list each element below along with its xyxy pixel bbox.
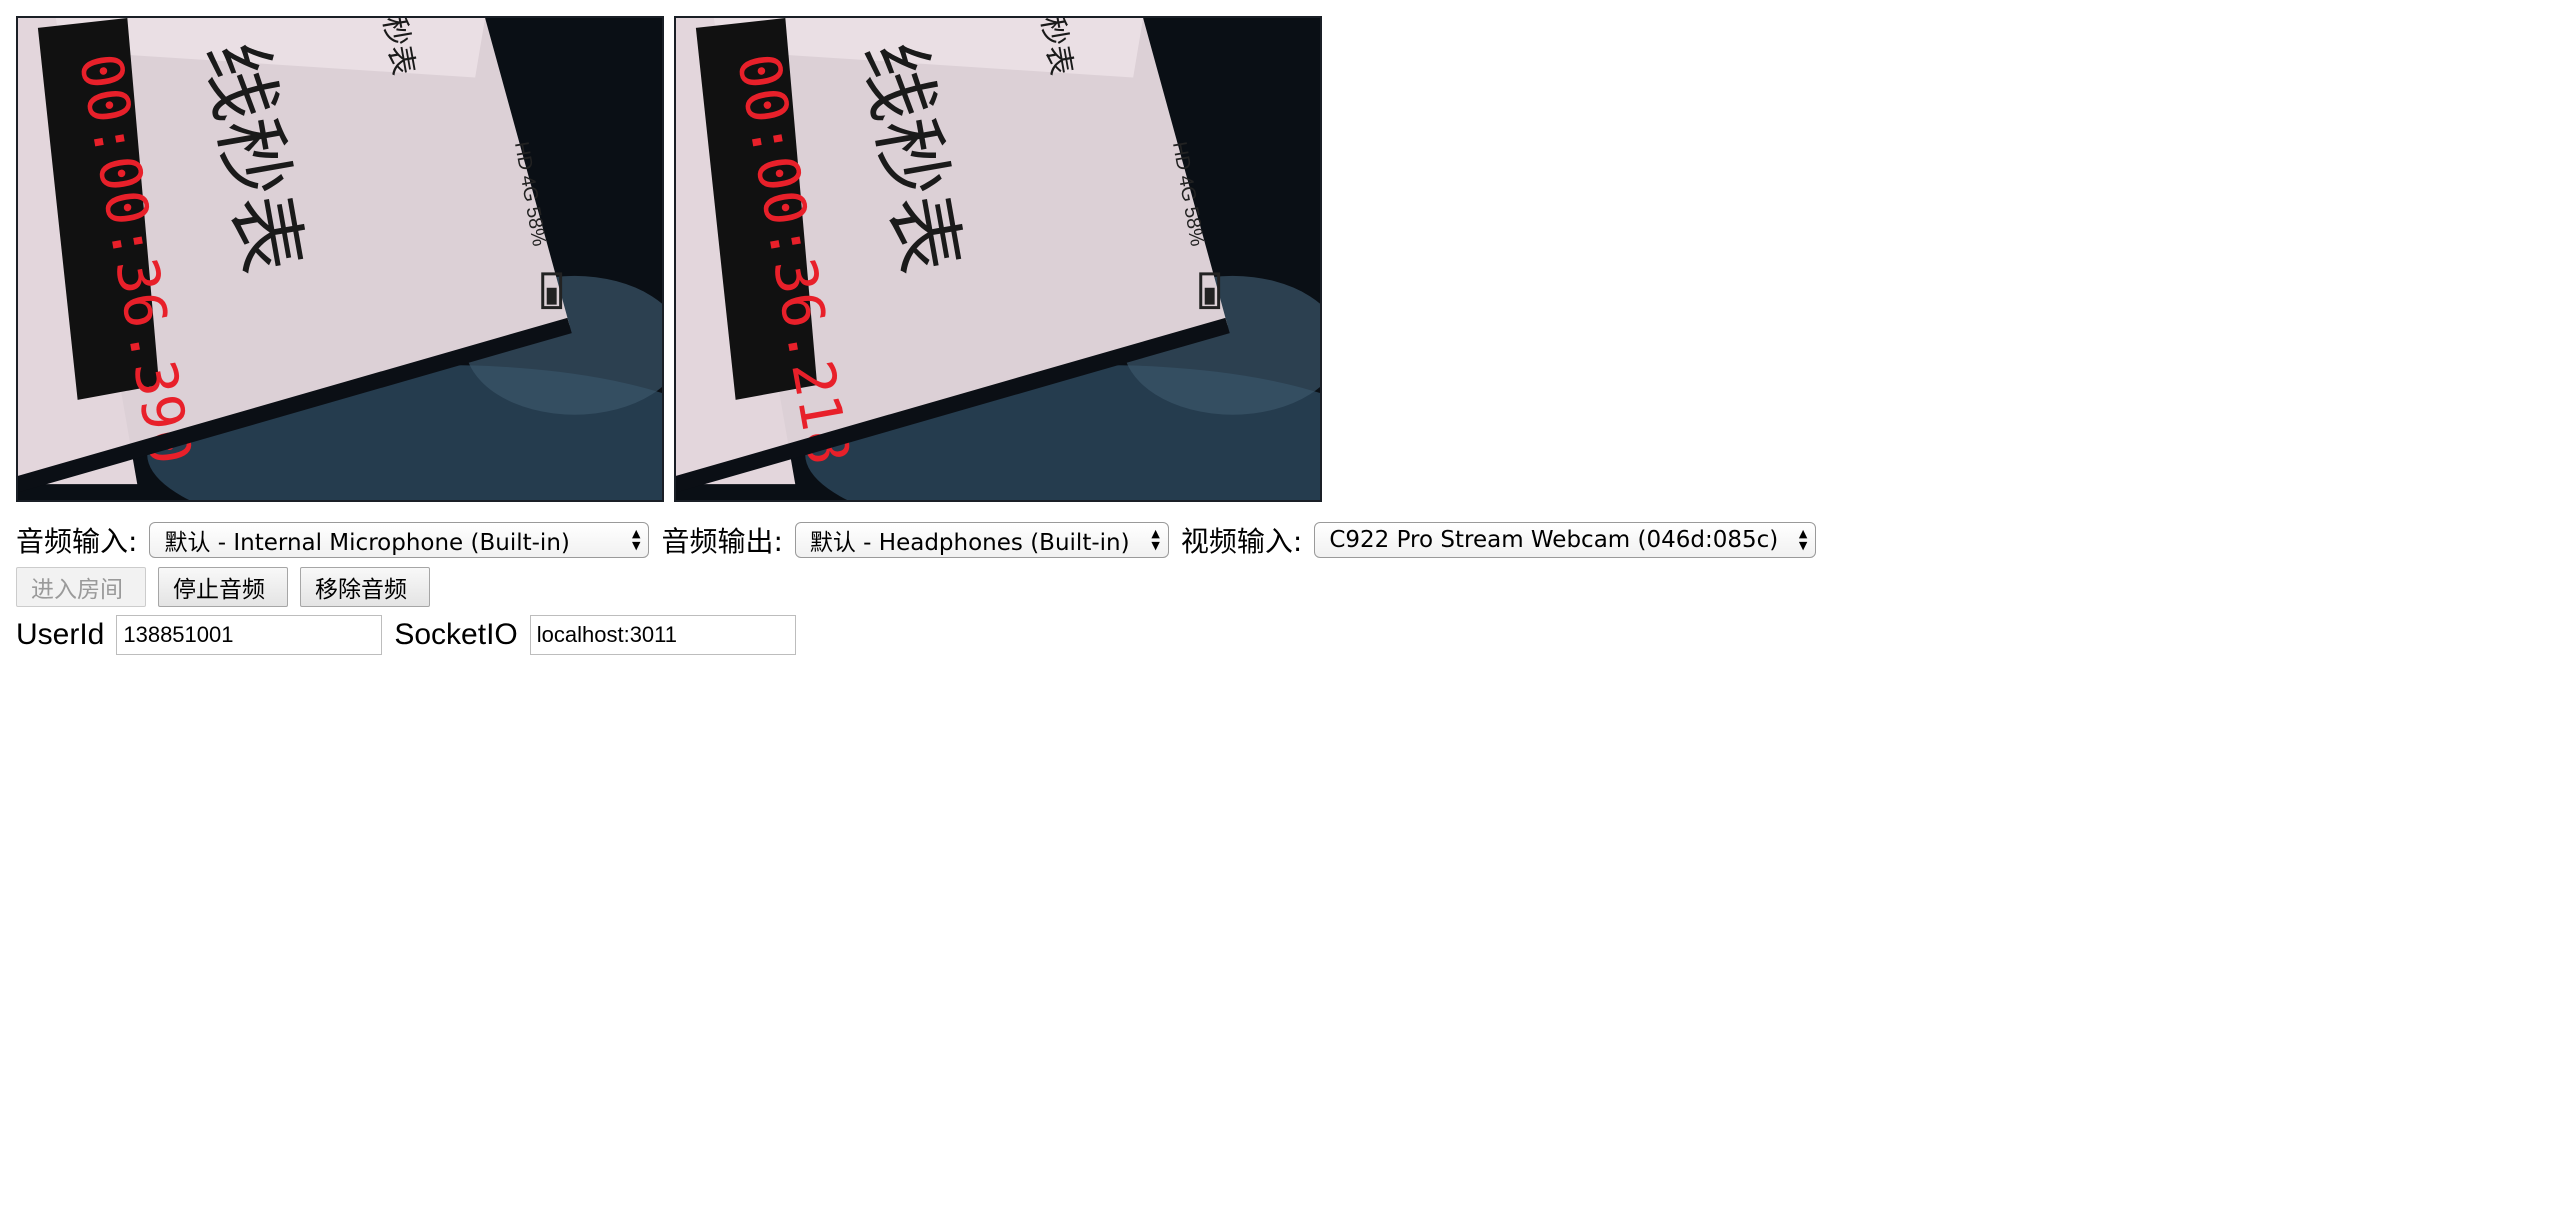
device-selectors: 音频输入: 默认 - Internal Microphone (Built-in… bbox=[16, 520, 1817, 560]
connection-fields: UserId 138851001 SocketIO localhost:3011 bbox=[16, 615, 808, 655]
remove-audio-button[interactable]: 移除音频 bbox=[300, 567, 430, 607]
updown-arrows-icon: ▲ ▼ bbox=[1151, 527, 1160, 552]
join-room-button[interactable]: 进入房间 bbox=[16, 567, 146, 607]
video-input-value: C922 Pro Stream Webcam (046d:085c) bbox=[1329, 527, 1779, 553]
video-input-select[interactable]: C922 Pro Stream Webcam (046d:085c) ▲ ▼ bbox=[1314, 522, 1817, 558]
audio-output-value: 默认 - Headphones (Built-in) bbox=[809, 530, 1130, 556]
video-panel: 00:00:36.390 线秒表 秒表 HD 4G 58% 00:00:36.2… bbox=[16, 16, 1322, 502]
remote-video: 00:00:36.218 线秒表 秒表 HD 4G 58% bbox=[674, 16, 1322, 502]
audio-input-label: 音频输入: bbox=[16, 525, 138, 558]
audio-input-value: 默认 - Internal Microphone (Built-in) bbox=[164, 530, 570, 556]
userid-label: UserId bbox=[16, 618, 105, 651]
updown-arrows-icon: ▲ ▼ bbox=[631, 527, 641, 552]
video-input-label: 视频输入: bbox=[1180, 525, 1303, 558]
socketio-label: SocketIO bbox=[394, 618, 518, 651]
local-video: 00:00:36.390 线秒表 秒表 HD 4G 58% bbox=[16, 16, 664, 502]
audio-output-label: 音频输出: bbox=[661, 525, 783, 558]
audio-input-select[interactable]: 默认 - Internal Microphone (Built-in) ▲ ▼ bbox=[149, 522, 650, 558]
socketio-input[interactable]: localhost:3011 bbox=[529, 615, 796, 655]
updown-arrows-icon: ▲ ▼ bbox=[1798, 527, 1808, 552]
userid-input[interactable]: 138851001 bbox=[116, 615, 383, 655]
stop-audio-button[interactable]: 停止音频 bbox=[158, 567, 288, 607]
action-buttons: 进入房间 停止音频 移除音频 bbox=[16, 567, 442, 607]
audio-output-select[interactable]: 默认 - Headphones (Built-in) ▲ ▼ bbox=[794, 522, 1169, 558]
